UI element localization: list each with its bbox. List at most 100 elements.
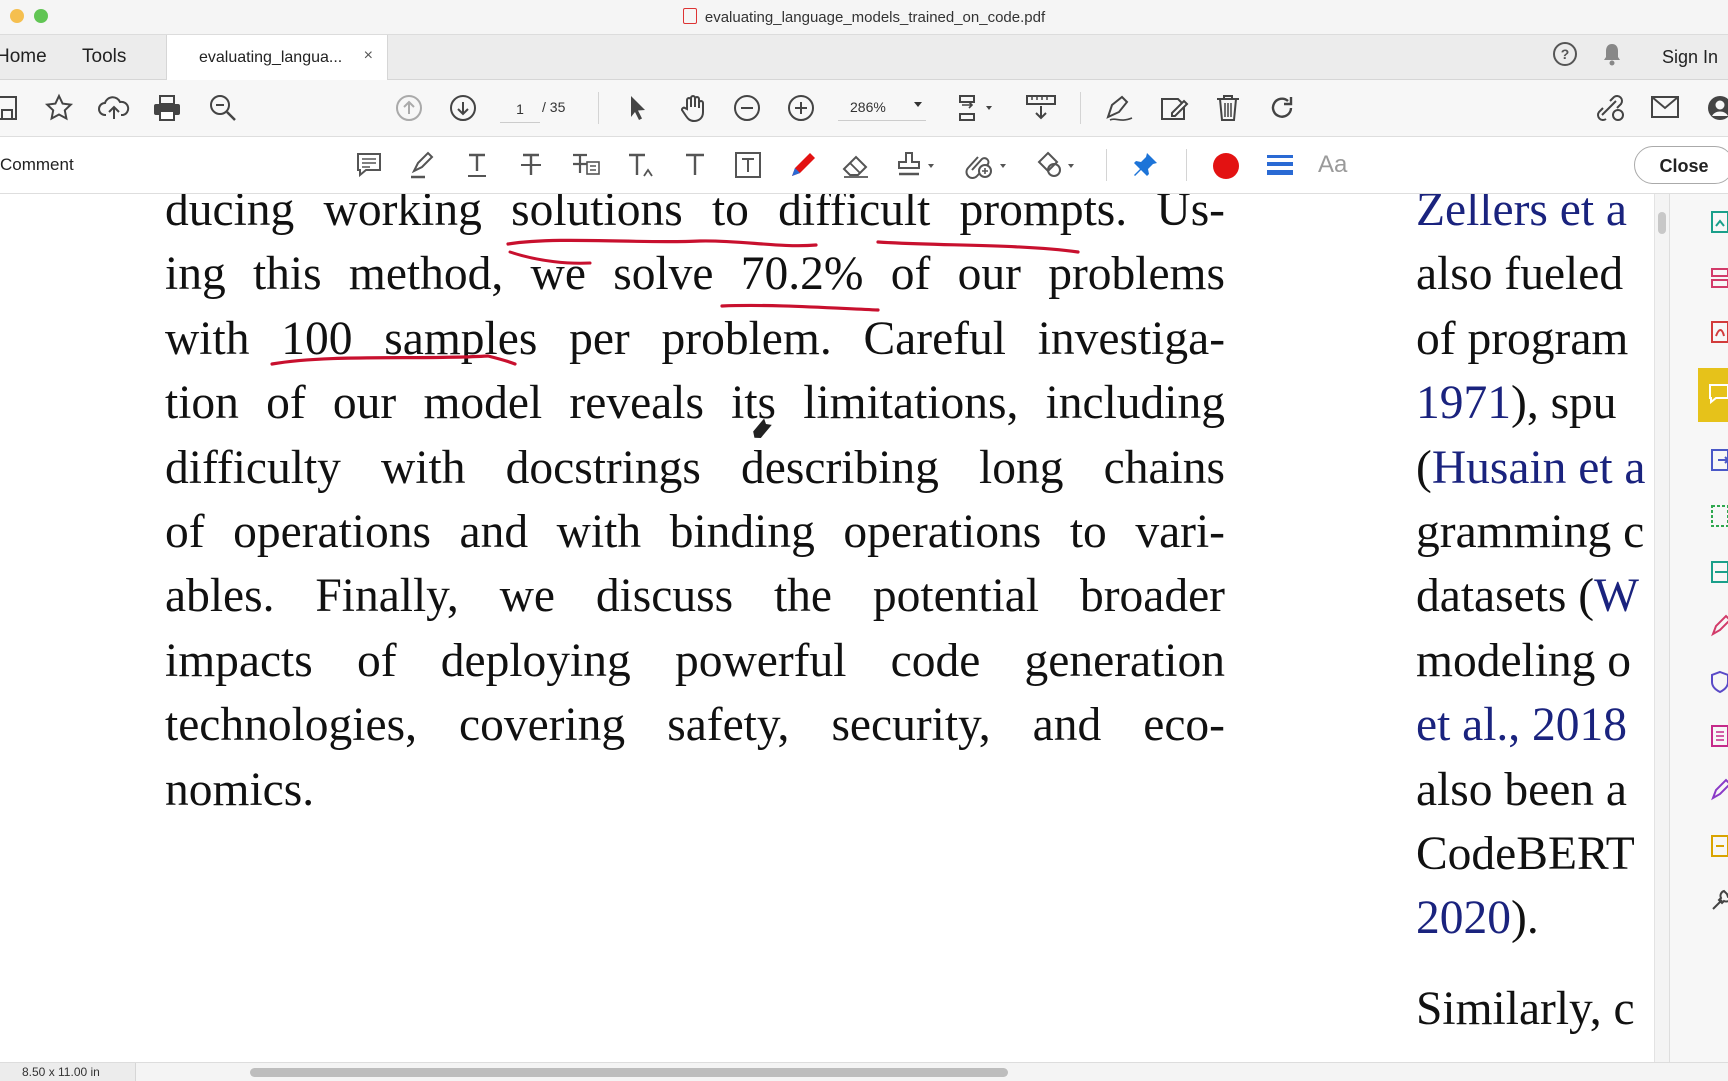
search-zoom-icon[interactable]: [208, 93, 238, 123]
citation-link[interactable]: Husain et a: [1432, 442, 1646, 494]
combine-files-icon[interactable]: [1710, 448, 1728, 472]
citation-link[interactable]: W: [1594, 570, 1639, 622]
comment-icon: [1708, 383, 1728, 405]
tab-tools[interactable]: Tools: [82, 46, 126, 68]
doc-line: gramming c: [1416, 506, 1645, 559]
zoom-in-icon[interactable]: [787, 94, 815, 122]
organize-pages-icon[interactable]: [1710, 266, 1728, 290]
account-icon[interactable]: [1706, 94, 1728, 122]
replace-text-icon[interactable]: [570, 152, 602, 178]
close-comment-button[interactable]: Close: [1634, 146, 1728, 184]
annotated-text: 100 samples: [281, 312, 538, 365]
vertical-scrollbar-thumb[interactable]: [1658, 212, 1666, 234]
add-text-icon[interactable]: [682, 152, 708, 178]
sign-in-link[interactable]: Sign In: [1662, 47, 1718, 68]
window-title: evaluating_language_models_trained_on_co…: [0, 8, 1728, 26]
strikethrough-text-icon[interactable]: [518, 152, 544, 178]
underline-text-icon[interactable]: [464, 152, 490, 178]
draw-pencil-icon[interactable]: [788, 150, 818, 180]
prepare-form-icon[interactable]: [1710, 724, 1728, 748]
doc-text: ing this method, we solve: [165, 248, 741, 301]
doc-text: . Us-: [1115, 194, 1226, 236]
doc-line-citation[interactable]: Zellers et a: [1416, 194, 1656, 242]
cloud-upload-icon[interactable]: [98, 94, 130, 122]
save-icon[interactable]: [0, 94, 20, 122]
eraser-icon[interactable]: [840, 151, 872, 179]
fill-sign-pen-icon[interactable]: [1710, 614, 1728, 638]
send-for-review-icon[interactable]: [1710, 834, 1728, 858]
doc-line: ables. Finally, we discuss the potential…: [165, 570, 1225, 623]
close-tab-button[interactable]: ×: [364, 47, 373, 65]
doc-text: per problem. Careful investiga-: [537, 312, 1226, 365]
sticky-note-icon[interactable]: [356, 152, 382, 178]
pin-keep-tool-icon[interactable]: [1130, 150, 1160, 180]
vertical-scrollbar[interactable]: [1654, 194, 1669, 1062]
compress-pdf-icon[interactable]: [1710, 504, 1728, 528]
doc-line: technologies, covering safety, security,…: [165, 699, 1225, 752]
doc-line: of program: [1416, 312, 1629, 365]
doc-line: nomics.: [165, 763, 315, 816]
next-page-icon[interactable]: [449, 94, 477, 122]
tab-document-label: evaluating_langua...: [199, 49, 343, 66]
edit-pdf-icon[interactable]: [1158, 93, 1190, 123]
doc-text: ducing working: [165, 194, 512, 236]
doc-text: datasets (: [1416, 570, 1595, 623]
zoom-out-icon[interactable]: [733, 94, 761, 122]
more-tools-wrench-icon[interactable]: [1710, 888, 1728, 912]
stamp-icon[interactable]: [896, 150, 938, 180]
share-link-icon[interactable]: [1594, 93, 1626, 123]
doc-line: difficulty with docstrings describing lo…: [165, 441, 1225, 494]
main-toolbar: / 35 286%: [0, 80, 1728, 137]
delete-trash-icon[interactable]: [1214, 93, 1242, 123]
insert-text-icon[interactable]: [626, 152, 658, 180]
previous-page-icon[interactable]: [395, 94, 423, 122]
text-properties-label[interactable]: Aa: [1318, 151, 1347, 179]
shapes-icon[interactable]: [1034, 150, 1080, 180]
color-picker-red-dot[interactable]: [1212, 152, 1240, 180]
print-icon[interactable]: [152, 94, 182, 122]
page-number-input[interactable]: [500, 96, 540, 123]
citation-link[interactable]: et al., 2018: [1416, 693, 1656, 757]
svg-text:?: ?: [1561, 46, 1570, 62]
scan-ocr-icon[interactable]: [1710, 560, 1728, 584]
tab-document[interactable]: evaluating_langua... ×: [166, 35, 388, 80]
fill-sign-icon[interactable]: [1104, 93, 1136, 123]
email-icon[interactable]: [1650, 95, 1680, 119]
page-fit-icon[interactable]: [956, 92, 996, 124]
attach-file-icon[interactable]: [964, 150, 1010, 180]
document-view[interactable]: ducing working solutions to difficult pr…: [0, 194, 1668, 1062]
line-thickness-icon[interactable]: [1266, 154, 1294, 176]
citation-link[interactable]: 1971: [1416, 377, 1511, 429]
create-pdf-icon[interactable]: [1710, 320, 1728, 344]
doc-line: CodeBERT: [1416, 828, 1635, 881]
citation-link[interactable]: 2020: [1416, 892, 1511, 944]
horizontal-scrollbar-thumb[interactable]: [250, 1068, 1008, 1077]
comment-tool-label: Comment: [0, 155, 74, 174]
annotated-text: 70.2%: [740, 248, 864, 301]
zoom-level-value: 286%: [850, 99, 886, 115]
export-pdf-icon[interactable]: [1710, 210, 1728, 234]
rotate-icon[interactable]: [1268, 94, 1296, 122]
comment-toolbar: Comment Aa Close: [0, 137, 1728, 194]
tab-bar: Home Tools evaluating_langua... × ? Sign…: [0, 35, 1728, 80]
select-arrow-icon[interactable]: [626, 94, 650, 122]
hand-tool-icon[interactable]: [678, 93, 708, 123]
notifications-bell-icon[interactable]: [1600, 41, 1624, 72]
help-icon[interactable]: ?: [1552, 41, 1578, 72]
doc-line: modeling o: [1416, 634, 1632, 687]
toolbar-divider: [1186, 149, 1187, 181]
highlight-text-icon[interactable]: [408, 151, 436, 179]
zoom-level-dropdown[interactable]: 286%: [838, 94, 926, 121]
comment-tool-active-tab[interactable]: [1698, 368, 1728, 422]
doc-line: impacts of deploying powerful code gener…: [165, 634, 1225, 687]
toolbar-divider: [1106, 149, 1107, 181]
scroll-mode-icon[interactable]: [1024, 92, 1058, 124]
text-box-icon[interactable]: [734, 151, 762, 179]
doc-line: also fueled: [1416, 248, 1624, 301]
bookmark-star-icon[interactable]: [44, 93, 74, 123]
request-signature-icon[interactable]: [1710, 778, 1728, 802]
status-bar: 8.50 x 11.00 in: [0, 1062, 1728, 1081]
page-size-label: 8.50 x 11.00 in: [0, 1063, 136, 1081]
protect-shield-icon[interactable]: [1710, 670, 1728, 694]
tab-home[interactable]: Home: [0, 46, 47, 68]
